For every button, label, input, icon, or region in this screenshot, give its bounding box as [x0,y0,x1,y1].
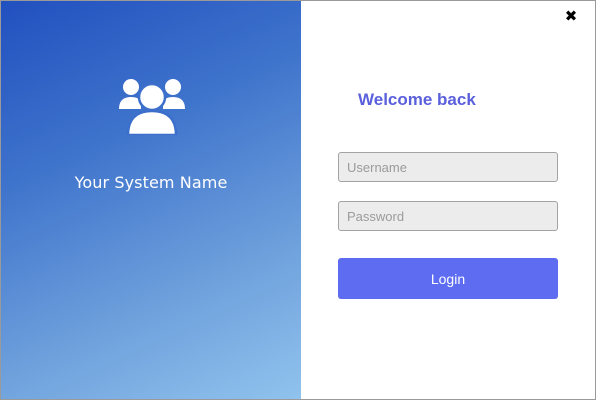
login-button[interactable]: Login [338,258,558,299]
system-name: Your System Name [74,173,228,192]
password-input[interactable] [338,201,558,231]
close-icon[interactable]: ✖ [563,7,579,25]
login-panel: ✖ Welcome back Login [301,1,595,399]
username-input[interactable] [338,152,558,182]
brand-panel: Your System Name [1,1,301,399]
welcome-title: Welcome back [358,90,476,109]
login-window: Your System Name ✖ Welcome back Login [0,0,596,400]
users-group-icon [119,79,185,135]
